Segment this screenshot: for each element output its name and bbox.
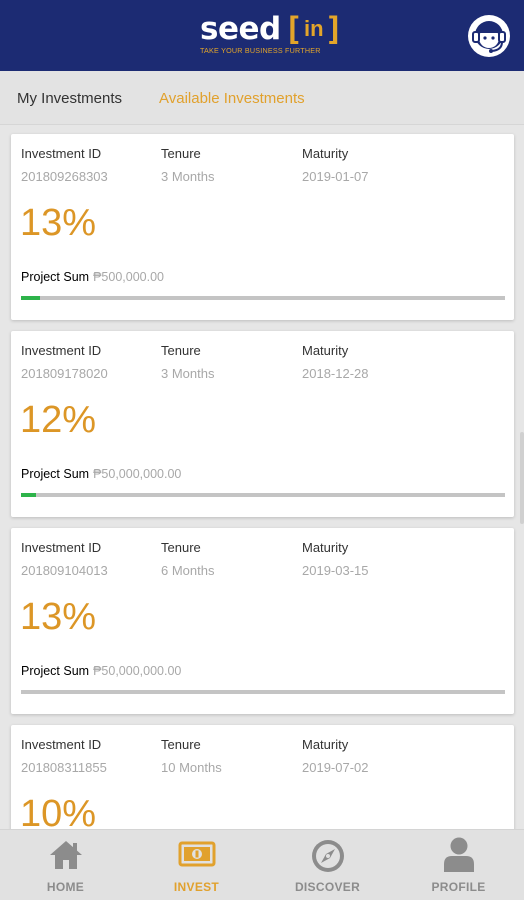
tenure-label: Tenure [161, 540, 201, 555]
maturity-value: 2019-07-02 [302, 760, 369, 775]
investment-card[interactable]: Investment ID Tenure Maturity 2018083118… [11, 725, 514, 835]
logo-word: seed [200, 11, 281, 47]
tenure-value: 3 Months [161, 169, 215, 184]
nav-home[interactable]: HOME [0, 830, 131, 900]
tab-available-investments[interactable]: Available Investments [159, 90, 305, 107]
maturity-label: Maturity [302, 540, 349, 555]
investment-id-value: 201809178020 [21, 366, 108, 381]
investment-card[interactable]: Investment ID Tenure Maturity 2018091780… [11, 331, 514, 517]
money-icon [178, 841, 215, 867]
nav-invest-label: INVEST [173, 880, 220, 894]
nav-home-label: HOME [46, 880, 85, 894]
investment-id-value: 201808311855 [21, 760, 107, 775]
project-sum-value: ₱500,000.00 [93, 270, 164, 284]
project-sum-label: Project Sum [21, 467, 90, 481]
project-sum-value: ₱50,000,000.00 [93, 664, 182, 678]
tenure-label: Tenure [161, 737, 201, 752]
logo-in-box: [in] [283, 10, 344, 48]
funding-progress-fill [21, 296, 41, 300]
maturity-value: 2019-01-07 [302, 169, 369, 184]
funding-progress-bar [21, 690, 505, 694]
interest-rate: 13% [20, 596, 97, 638]
maturity-label: Maturity [302, 146, 349, 161]
tenure-value: 3 Months [161, 366, 215, 381]
maturity-label: Maturity [302, 737, 349, 752]
investment-card[interactable]: Investment ID Tenure Maturity 2018091040… [11, 528, 514, 714]
project-sum-label: Project Sum [21, 270, 90, 284]
interest-rate: 13% [20, 202, 97, 244]
maturity-label: Maturity [302, 343, 349, 358]
investment-id-label: Investment ID [21, 146, 102, 161]
logo-tagline: TAKE YOUR BUSINESS FURTHER [200, 46, 321, 55]
home-icon [49, 841, 82, 869]
investment-id-value: 201809268303 [21, 169, 108, 184]
nav-invest[interactable]: INVEST [131, 830, 262, 900]
compass-icon [311, 840, 344, 872]
bottom-navigation: HOME INVEST DISCOVER PROFILE [0, 829, 524, 900]
investment-id-label: Investment ID [21, 540, 102, 555]
seedin-logo: seed [in] TAKE YOUR BUSINESS FURTHER [200, 11, 344, 60]
logo-in: in [303, 16, 324, 41]
investment-card[interactable]: Investment ID Tenure Maturity 2018092683… [11, 134, 514, 320]
tenure-label: Tenure [161, 146, 201, 161]
investment-id-value: 201809104013 [21, 563, 108, 578]
tab-my-investments[interactable]: My Investments [17, 90, 122, 107]
investment-tabs: My Investments Available Investments [0, 71, 524, 125]
tenure-value: 6 Months [161, 563, 215, 578]
project-sum: Project Sum ₱50,000,000.00 [21, 664, 181, 678]
project-sum-value: ₱50,000,000.00 [93, 467, 182, 481]
funding-progress-bar [21, 296, 505, 300]
maturity-value: 2019-03-15 [302, 563, 369, 578]
investment-id-label: Investment ID [21, 737, 102, 752]
tenure-label: Tenure [161, 343, 201, 358]
investment-id-label: Investment ID [21, 343, 102, 358]
nav-profile[interactable]: PROFILE [393, 830, 524, 900]
funding-progress-fill [21, 493, 36, 497]
nav-discover[interactable]: DISCOVER [262, 830, 393, 900]
interest-rate: 12% [20, 399, 97, 441]
app-header: seed [in] TAKE YOUR BUSINESS FURTHER [0, 0, 524, 71]
project-sum: Project Sum ₱50,000,000.00 [21, 467, 181, 481]
nav-discover-label: DISCOVER [294, 880, 361, 894]
customer-support-icon[interactable] [466, 13, 512, 59]
user-icon [443, 837, 474, 872]
scrollbar[interactable] [520, 432, 524, 524]
project-sum-label: Project Sum [21, 664, 90, 678]
funding-progress-bar [21, 493, 505, 497]
nav-profile-label: PROFILE [431, 880, 486, 894]
tenure-value: 10 Months [161, 760, 222, 775]
maturity-value: 2018-12-28 [302, 366, 369, 381]
project-sum: Project Sum ₱500,000.00 [21, 270, 164, 284]
